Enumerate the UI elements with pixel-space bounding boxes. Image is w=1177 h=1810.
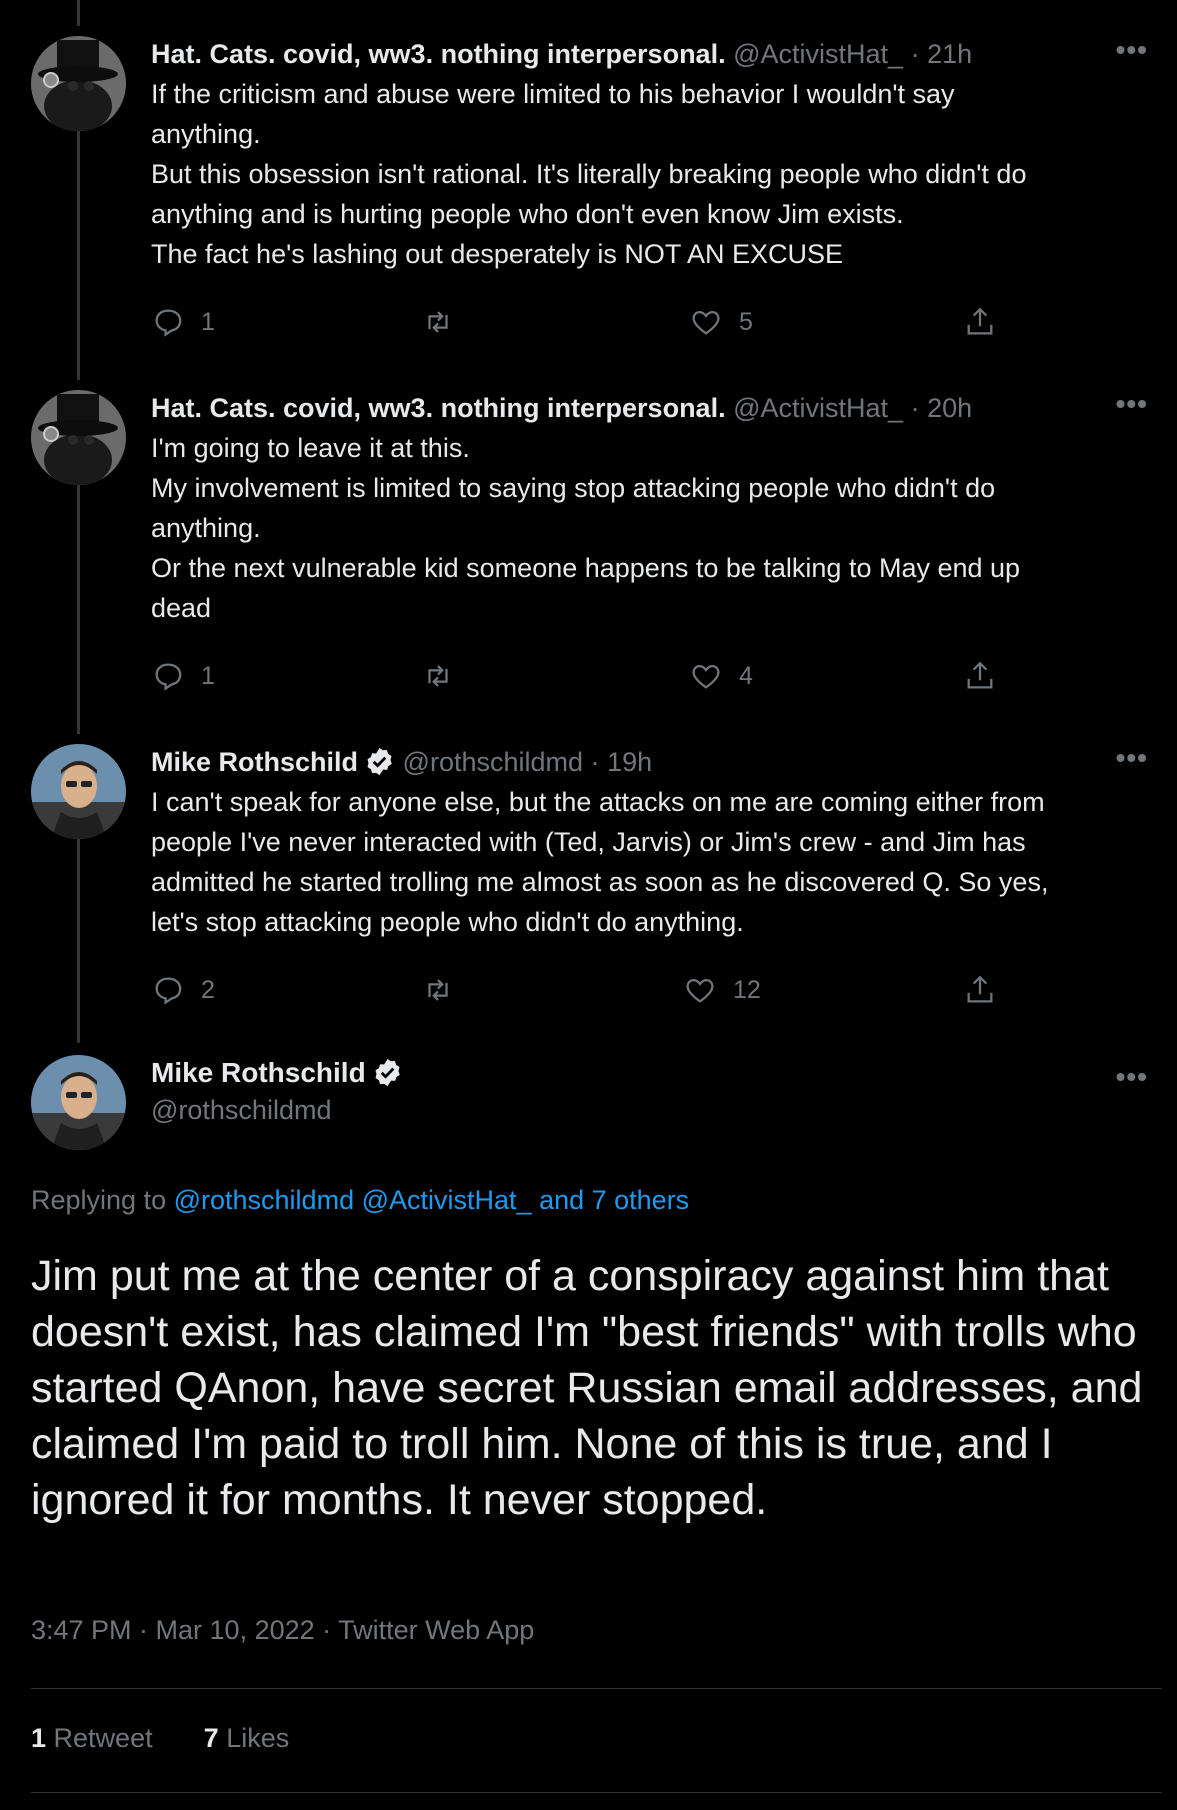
tweet-actions: 1 5: [151, 302, 1011, 342]
display-name[interactable]: Mike Rothschild: [151, 747, 358, 777]
like-icon: [686, 978, 714, 1003]
like-count: 12: [733, 975, 761, 1004]
like-count: 5: [739, 307, 753, 336]
reply-others-link[interactable]: and 7 others: [539, 1185, 689, 1215]
divider: [31, 1792, 1162, 1793]
tweet-actions: 2 12: [151, 970, 1011, 1010]
verified-icon: [367, 747, 392, 776]
display-name[interactable]: Mike Rothschild: [151, 1057, 366, 1088]
main-author-name-row: Mike Rothschild: [151, 1055, 403, 1091]
reply-count: 2: [201, 975, 215, 1004]
display-name[interactable]: Hat. Cats. covid, ww3. nothing interpers…: [151, 39, 726, 69]
share-icon: [967, 975, 993, 1003]
retweet-stat-count: 1: [31, 1723, 47, 1753]
main-tweet: Mike Rothschild @rothschildmd ••• Replyi…: [0, 1055, 1177, 1810]
tweet-actions: 1 4: [151, 656, 1011, 696]
separator-dot: ·: [590, 747, 600, 777]
reply-count: 1: [201, 661, 215, 690]
tweet-header: Mike Rothschild @rothschildmd · 19h: [151, 744, 652, 780]
tweet[interactable]: Mike Rothschild @rothschildmd · 19h ••• …: [0, 744, 1177, 1034]
share-button[interactable]: [963, 656, 997, 696]
hat-cat-avatar-icon: [31, 36, 126, 131]
more-icon[interactable]: •••: [1116, 744, 1148, 772]
like-icon: [692, 310, 720, 335]
retweet-button[interactable]: [421, 970, 471, 1010]
share-icon: [967, 307, 993, 335]
reply-icon: [155, 663, 182, 691]
user-handle[interactable]: @rothschildmd: [403, 747, 583, 777]
reply-button[interactable]: 1: [151, 302, 215, 342]
engagement-stats: 1 Retweet 7 Likes: [31, 1723, 289, 1754]
tweet-text: I can't speak for anyone else, but the a…: [151, 787, 1049, 937]
timestamp[interactable]: 19h: [607, 747, 652, 777]
retweet-button[interactable]: [421, 656, 471, 696]
more-icon[interactable]: •••: [1116, 36, 1148, 64]
user-handle[interactable]: @ActivistHat_: [733, 39, 903, 69]
avatar[interactable]: [31, 390, 126, 485]
tweet-text: I'm going to leave it at this. My involv…: [151, 433, 1021, 623]
divider: [31, 1688, 1162, 1689]
share-button[interactable]: [963, 302, 997, 342]
reply-icon: [155, 309, 182, 337]
display-name[interactable]: Hat. Cats. covid, ww3. nothing interpers…: [151, 393, 726, 423]
main-tweet-text: Jim put me at the center of a conspiracy…: [31, 1252, 1143, 1524]
share-icon: [967, 661, 993, 689]
more-icon[interactable]: •••: [1116, 390, 1148, 418]
tweet[interactable]: Hat. Cats. covid, ww3. nothing interpers…: [0, 36, 1177, 356]
replying-to: Replying to @rothschildmd @ActivistHat_ …: [31, 1185, 689, 1216]
avatar[interactable]: [31, 1055, 126, 1150]
separator-dot: ·: [910, 393, 920, 423]
reply-mention-link[interactable]: @rothschildmd: [174, 1185, 354, 1215]
like-button[interactable]: 5: [689, 302, 753, 342]
thread-line: [77, 0, 80, 26]
hat-cat-avatar-icon: [31, 390, 126, 485]
mike-rothschild-avatar-icon: [31, 744, 126, 839]
like-button[interactable]: 12: [683, 970, 761, 1010]
retweet-stat[interactable]: 1 Retweet: [31, 1723, 153, 1753]
verified-icon: [375, 1058, 400, 1087]
retweet-stat-label: Retweet: [53, 1723, 153, 1753]
like-stat[interactable]: 7 Likes: [204, 1723, 290, 1753]
retweet-icon: [428, 311, 448, 333]
like-icon: [692, 664, 720, 689]
retweet-icon: [428, 979, 448, 1001]
tweet-header: Hat. Cats. covid, ww3. nothing interpers…: [151, 390, 972, 426]
like-count: 4: [739, 661, 753, 690]
mike-rothschild-avatar-icon: [31, 1055, 126, 1150]
reply-mention-link[interactable]: @ActivistHat_: [362, 1185, 532, 1215]
like-button[interactable]: 4: [689, 656, 753, 696]
tweet[interactable]: Hat. Cats. covid, ww3. nothing interpers…: [0, 390, 1177, 720]
timestamp[interactable]: 21h: [927, 39, 972, 69]
replying-prefix: Replying to: [31, 1185, 167, 1215]
user-handle[interactable]: @rothschildmd: [151, 1091, 403, 1129]
like-stat-count: 7: [203, 1723, 219, 1753]
tweet-meta[interactable]: 3:47 PM · Mar 10, 2022 · Twitter Web App: [31, 1615, 534, 1646]
timestamp[interactable]: 20h: [927, 393, 972, 423]
user-handle[interactable]: @ActivistHat_: [733, 393, 903, 423]
share-button[interactable]: [963, 970, 997, 1010]
more-icon[interactable]: •••: [1116, 1063, 1148, 1091]
retweet-button[interactable]: [421, 302, 471, 342]
retweet-icon: [428, 665, 448, 687]
reply-button[interactable]: 2: [151, 970, 215, 1010]
reply-count: 1: [201, 307, 215, 336]
avatar[interactable]: [31, 744, 126, 839]
author-block[interactable]: Mike Rothschild @rothschildmd: [151, 1055, 403, 1129]
tweet-text: If the criticism and abuse were limited …: [151, 79, 1027, 269]
separator-dot: ·: [910, 39, 920, 69]
reply-button[interactable]: 1: [151, 656, 215, 696]
like-stat-label: Likes: [226, 1723, 290, 1753]
reply-icon: [155, 977, 182, 1005]
avatar[interactable]: [31, 36, 126, 131]
tweet-header: Hat. Cats. covid, ww3. nothing interpers…: [151, 36, 972, 72]
